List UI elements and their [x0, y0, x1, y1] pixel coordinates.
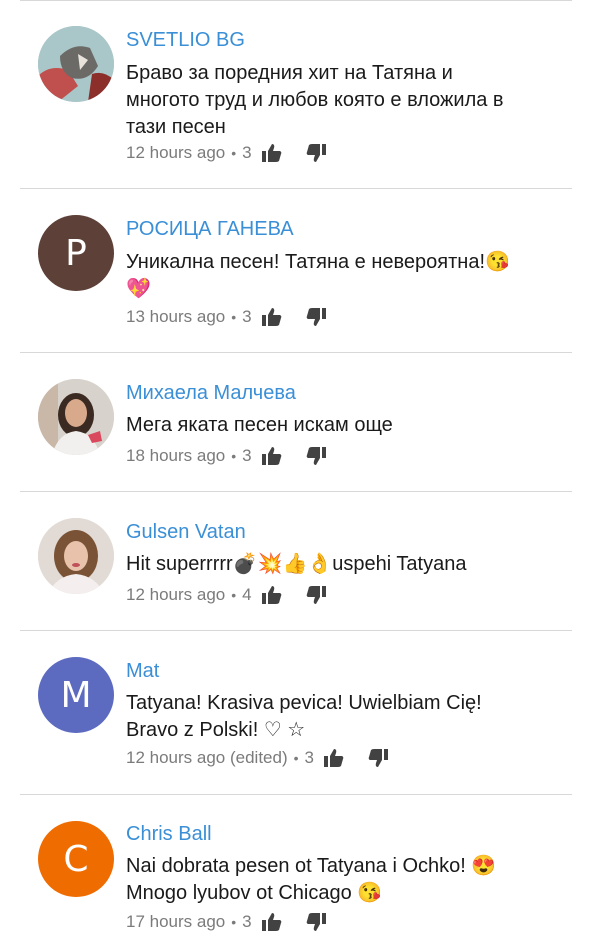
comment-text: Tatyana! Krasiva pevica! Uwielbiam Cię! … [126, 690, 546, 744]
thumbs-down-icon[interactable] [306, 447, 326, 465]
avatar-letter: M [60, 674, 92, 716]
like-count: 3 [304, 748, 314, 767]
comment-line: Nai dobrata pesen ot Tatyana i Ochko! 😍 [126, 855, 497, 877]
comment-line: Мега яката песен искам още [126, 414, 393, 436]
comment-meta: 12 hours ago (edited) • 3 [126, 748, 388, 768]
comment-author[interactable]: РОСИЦА ГАНЕВА [126, 218, 294, 241]
comment-time: 12 hours ago [126, 585, 226, 604]
comment-text: Браво за поредния хит на Татяна и многот… [126, 60, 546, 141]
comment-time: 12 hours ago (edited) [126, 748, 288, 767]
like-count: 3 [242, 446, 252, 465]
comment-meta: 12 hours ago • 3 [126, 143, 326, 163]
comment-line: Уникална песен! Татяна е невероятна!😘 [126, 251, 510, 273]
comment-line: Bravo z Polski! ♡ ☆ [126, 719, 306, 741]
comment-meta: 17 hours ago • 3 [126, 912, 326, 932]
comment-time: 12 hours ago [126, 143, 226, 162]
like-count: 4 [242, 585, 252, 604]
comment-divider [20, 794, 572, 795]
cat-photo-icon [38, 26, 114, 102]
separator-dot: • [231, 448, 237, 464]
avatar[interactable]: P [38, 215, 114, 291]
comment-author[interactable]: SVETLIO BG [126, 29, 245, 52]
comment-line: Mnogo lyubov ot Chicago 😘 [126, 882, 383, 904]
comment-line: Браво за поредния хит на Татяна и [126, 62, 453, 84]
thumbs-down-icon[interactable] [306, 308, 326, 326]
thumbs-down-icon[interactable] [368, 749, 388, 767]
avatar[interactable] [38, 518, 114, 594]
like-count: 3 [242, 912, 252, 931]
comment-author[interactable]: Михаела Малчева [126, 382, 296, 405]
top-divider [20, 0, 572, 1]
thumbs-down-icon[interactable] [306, 586, 326, 604]
thumbs-up-icon[interactable] [261, 447, 282, 465]
separator-dot: • [231, 309, 237, 325]
separator-dot: • [231, 914, 237, 930]
comment-divider [20, 491, 572, 492]
comment-time: 17 hours ago [126, 912, 226, 931]
woman-photo-icon [38, 379, 114, 455]
thumbs-down-icon[interactable] [306, 144, 326, 162]
thumbs-up-icon[interactable] [323, 749, 344, 767]
thumbs-up-icon[interactable] [261, 586, 282, 604]
thumbs-down-icon[interactable] [306, 913, 326, 931]
comment-text: Nai dobrata pesen ot Tatyana i Ochko! 😍 … [126, 853, 546, 907]
comment-author[interactable]: Gulsen Vatan [126, 521, 246, 544]
thumbs-up-icon[interactable] [261, 144, 282, 162]
separator-dot: • [231, 145, 237, 161]
avatar[interactable] [38, 379, 114, 455]
thumbs-up-icon[interactable] [261, 308, 282, 326]
comment-text: Мега яката песен искам още [126, 412, 546, 439]
comment-line: тази песен [126, 116, 226, 138]
comment-time: 18 hours ago [126, 446, 226, 465]
comment-meta: 12 hours ago • 4 [126, 585, 326, 605]
avatar-letter: P [65, 232, 87, 274]
comment-author[interactable]: Mat [126, 660, 159, 683]
like-count: 3 [242, 307, 252, 326]
woman-blonde-photo-icon [38, 518, 114, 594]
comment-meta: 13 hours ago • 3 [126, 307, 326, 327]
comment-meta: 18 hours ago • 3 [126, 446, 326, 466]
like-count: 3 [242, 143, 252, 162]
comment-time: 13 hours ago [126, 307, 226, 326]
avatar[interactable] [38, 26, 114, 102]
separator-dot: • [231, 587, 237, 603]
comment-line: 💖 [126, 278, 151, 300]
separator-dot: • [293, 750, 299, 766]
thumbs-up-icon[interactable] [261, 913, 282, 931]
comment-line: многото труд и любов която е вложила в [126, 89, 504, 111]
comment-line: Tatyana! Krasiva pevica! Uwielbiam Cię! [126, 692, 482, 714]
avatar-letter: C [63, 838, 89, 880]
comment-text: Уникална песен! Татяна е невероятна!😘 💖 [126, 249, 546, 303]
comment-divider [20, 630, 572, 631]
comment-author[interactable]: Chris Ball [126, 823, 212, 846]
comment-line: Hit superrrrr💣💥👍👌uspehi Tatyana [126, 553, 467, 575]
comment-divider [20, 352, 572, 353]
comment-divider [20, 188, 572, 189]
avatar[interactable]: C [38, 821, 114, 897]
avatar[interactable]: M [38, 657, 114, 733]
comment-text: Hit superrrrr💣💥👍👌uspehi Tatyana [126, 551, 546, 578]
